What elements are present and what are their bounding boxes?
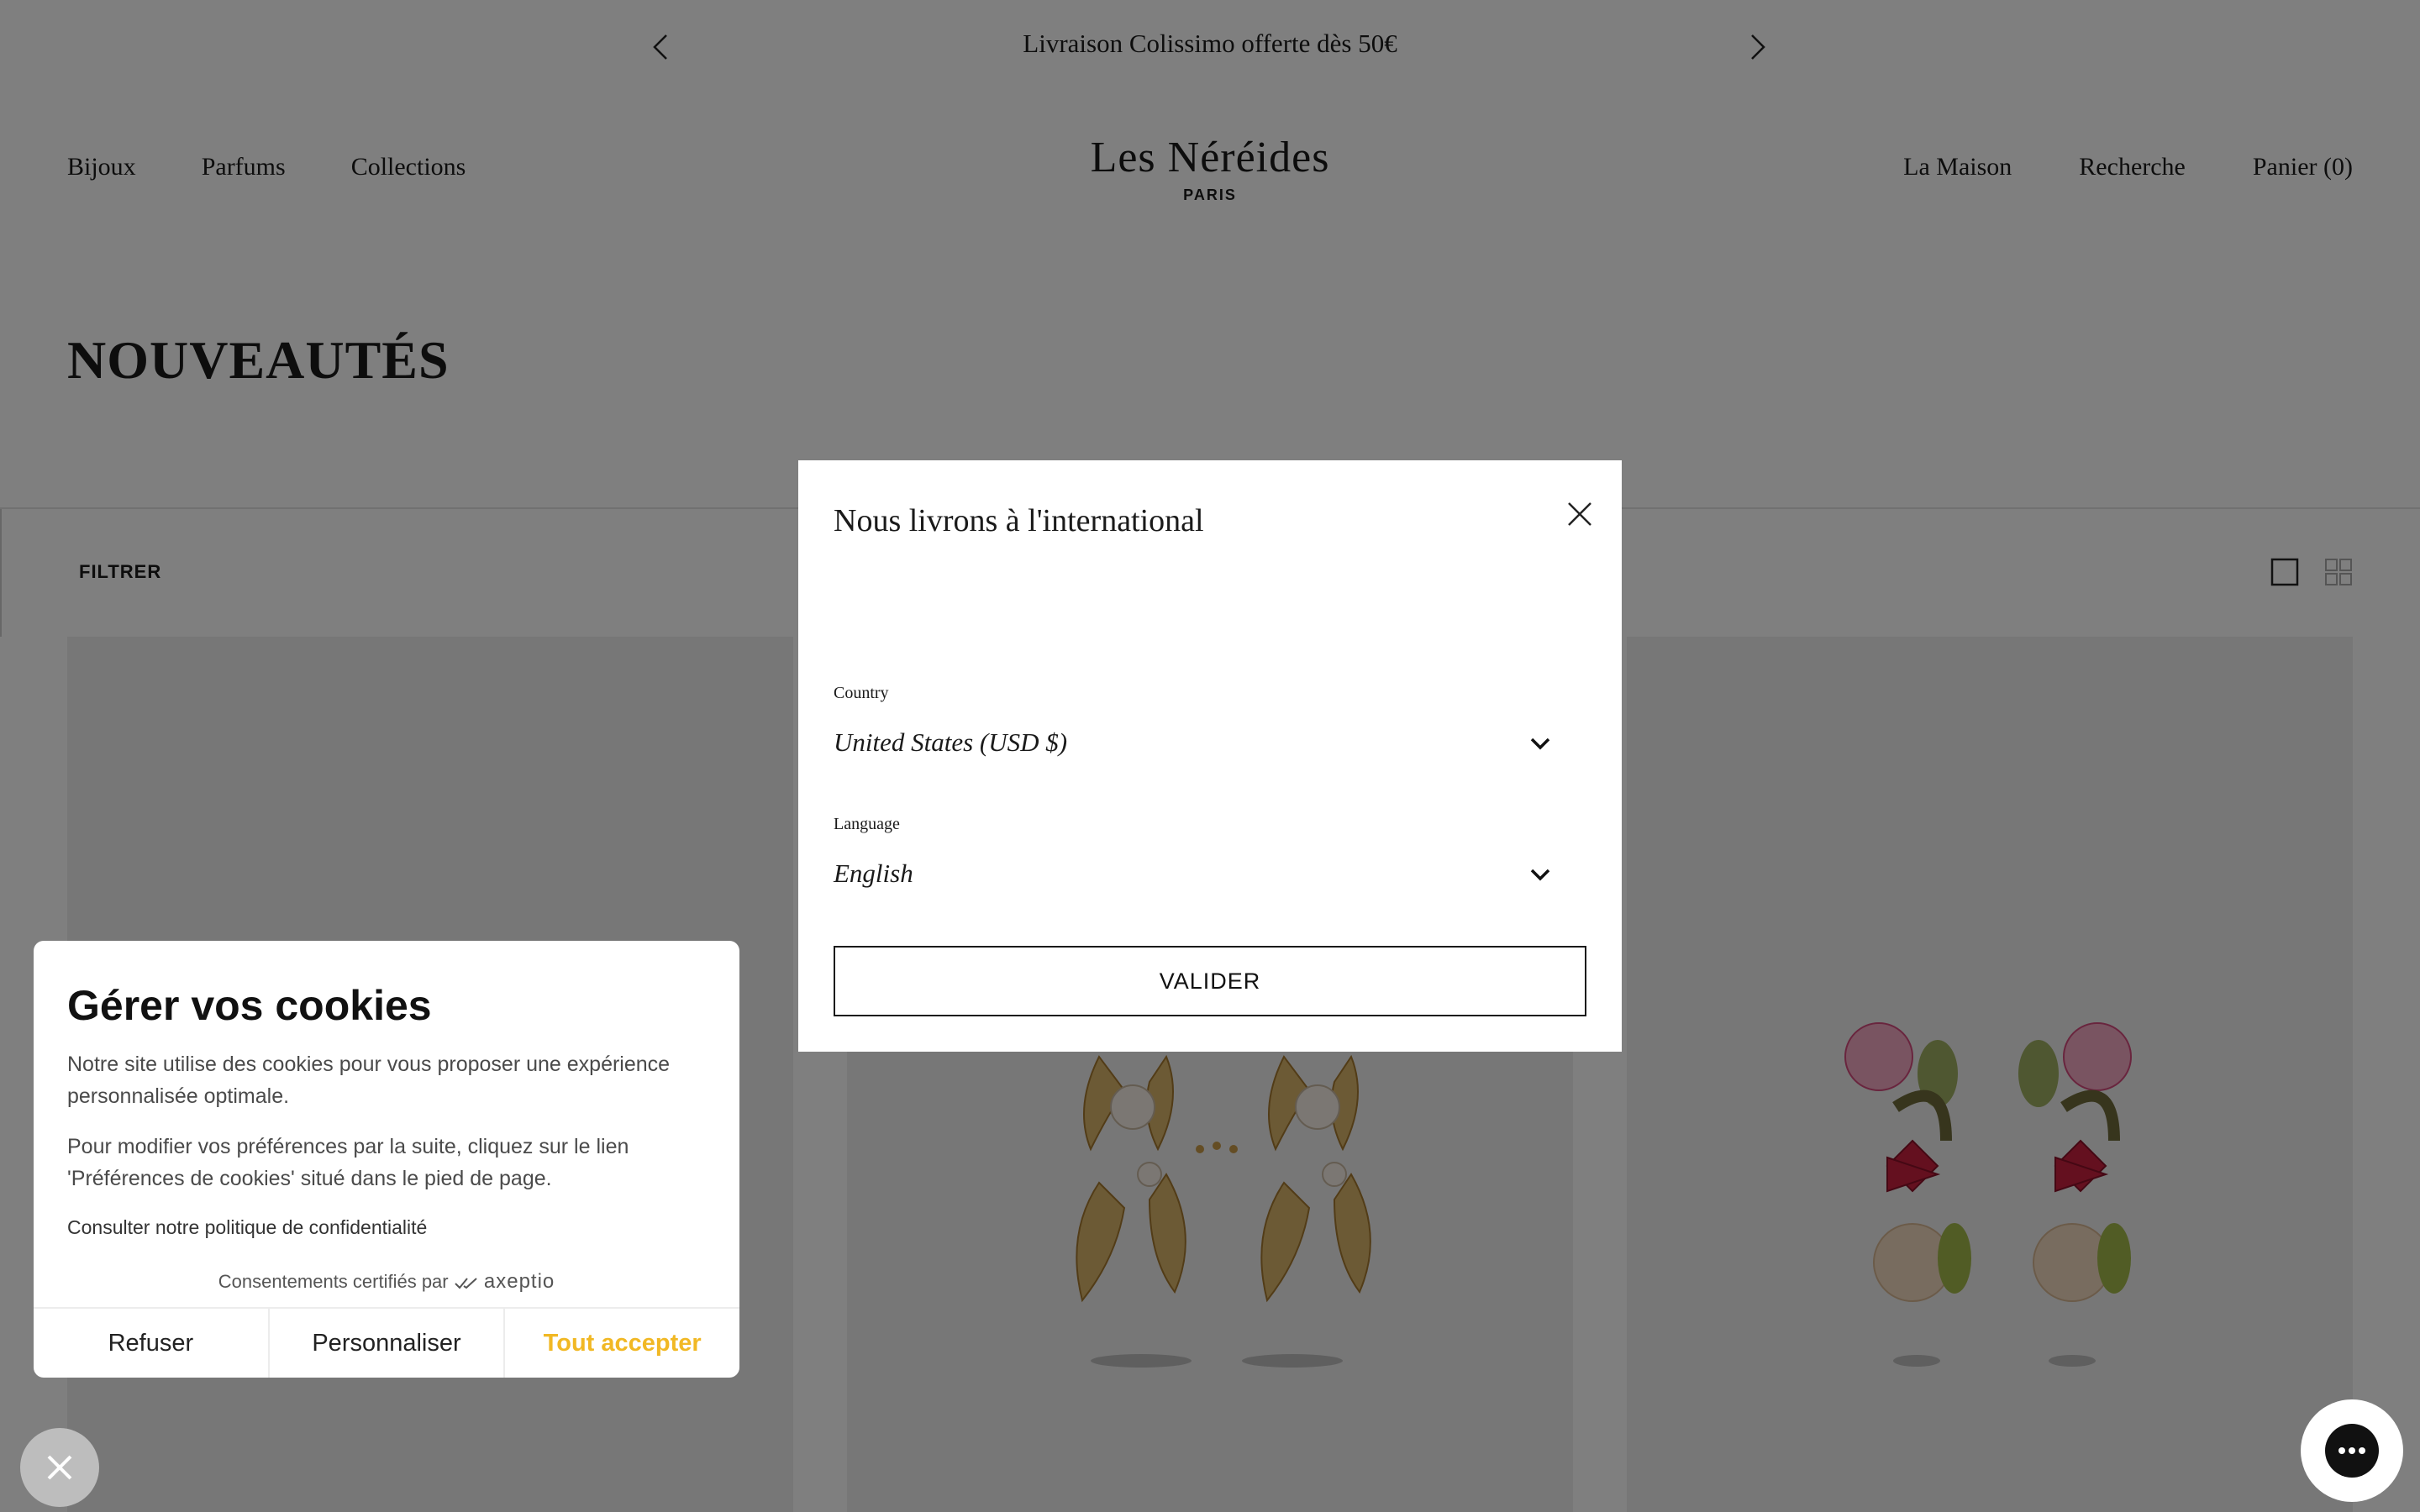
chat-icon xyxy=(2325,1424,2379,1478)
close-cookie-icon[interactable] xyxy=(20,1428,99,1507)
certified-consent: Consentements certifiés par axeptio xyxy=(34,1270,739,1294)
language-select[interactable]: English xyxy=(834,853,1553,895)
cookie-actions: Refuser Personnaliser Tout accepter xyxy=(34,1307,739,1378)
cookie-preferences-note: Pour modifier vos préférences par la sui… xyxy=(67,1135,629,1190)
validate-button[interactable]: VALIDER xyxy=(834,946,1586,1016)
modal-title: Nous livrons à l'international xyxy=(834,503,1204,538)
certified-text: Consentements certifiés par xyxy=(218,1271,449,1292)
privacy-policy-link[interactable]: Consulter notre politique de confidentia… xyxy=(67,1216,427,1239)
cookie-consent-panel: Gérer vos cookies Notre site utilise des… xyxy=(34,941,739,1378)
chat-widget-button[interactable] xyxy=(2301,1399,2403,1502)
language-value: English xyxy=(834,858,913,888)
country-select[interactable]: United States (USD $) xyxy=(834,722,1553,764)
customize-button[interactable]: Personnaliser xyxy=(270,1309,506,1378)
chevron-down-icon xyxy=(1530,869,1550,881)
country-value: United States (USD $) xyxy=(834,727,1068,757)
country-label: Country xyxy=(834,684,889,702)
language-label: Language xyxy=(834,815,900,833)
axeptio-brand: axeptio xyxy=(483,1270,555,1293)
axeptio-check-icon xyxy=(455,1278,477,1289)
cookie-title: Gérer vos cookies xyxy=(67,982,432,1029)
refuse-button[interactable]: Refuser xyxy=(34,1309,270,1378)
accept-all-button[interactable]: Tout accepter xyxy=(505,1309,739,1378)
cookie-description: Notre site utilise des cookies pour vous… xyxy=(67,1053,671,1108)
international-shipping-modal: Nous livrons à l'international Country U… xyxy=(798,460,1622,1052)
close-icon[interactable] xyxy=(1560,494,1600,534)
chevron-down-icon xyxy=(1530,738,1550,750)
